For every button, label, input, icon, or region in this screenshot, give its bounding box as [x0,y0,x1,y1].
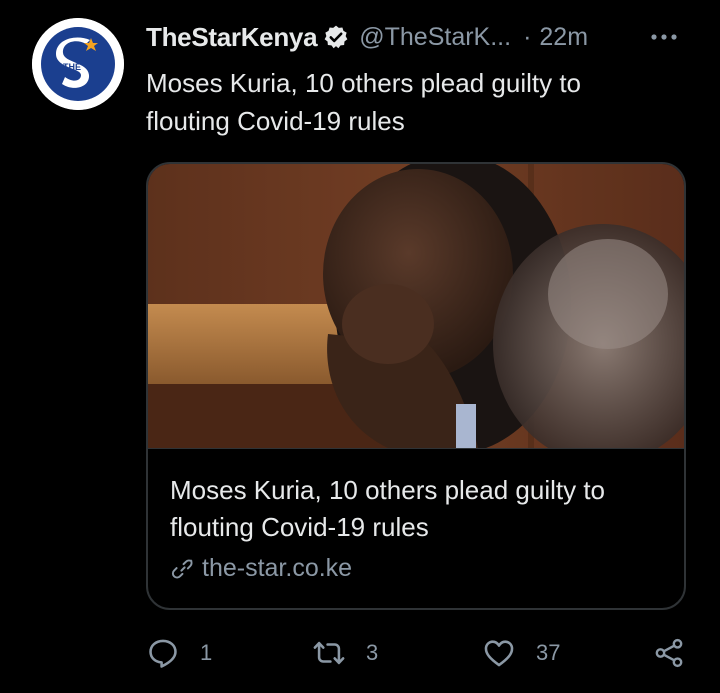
more-dots-icon[interactable] [646,22,682,52]
tweet[interactable]: THE TheStarKenya @TheStarK... · 22m Mose… [0,0,720,693]
user-handle[interactable]: @TheStarK... [359,23,511,52]
heart-icon [482,636,516,670]
avatar-small-text: THE [63,62,81,72]
share-button[interactable] [652,630,686,676]
card-domain-text: the-star.co.ke [202,554,353,582]
link-card[interactable]: Moses Kuria, 10 others plead guilty to f… [146,162,686,610]
timestamp[interactable]: 22m [539,23,588,52]
retweet-count: 3 [366,640,379,665]
display-name[interactable]: TheStarKenya [146,22,318,53]
tweet-text: Moses Kuria, 10 others plead guilty to f… [146,68,582,136]
action-bar: 1 3 37 [146,630,696,676]
avatar[interactable]: THE [32,18,124,110]
separator-dot: · [523,22,532,51]
reply-button[interactable]: 1 [146,630,212,676]
verified-badge-icon [323,24,349,50]
retweet-icon [312,636,346,670]
card-title: Moses Kuria, 10 others plead guilty to f… [170,475,606,542]
like-count: 37 [536,640,561,665]
the-star-logo: THE [32,18,124,110]
reply-count: 1 [200,640,213,665]
card-image [148,164,684,448]
like-button[interactable]: 37 [482,630,560,676]
tweet-header: TheStarKenya @TheStarK... · 22m [146,18,696,56]
card-domain[interactable]: the-star.co.ke [170,554,352,583]
card-divider [148,448,684,449]
reply-icon [146,636,180,670]
link-icon [170,556,196,582]
retweet-button[interactable]: 3 [312,630,378,676]
share-icon [652,636,686,670]
